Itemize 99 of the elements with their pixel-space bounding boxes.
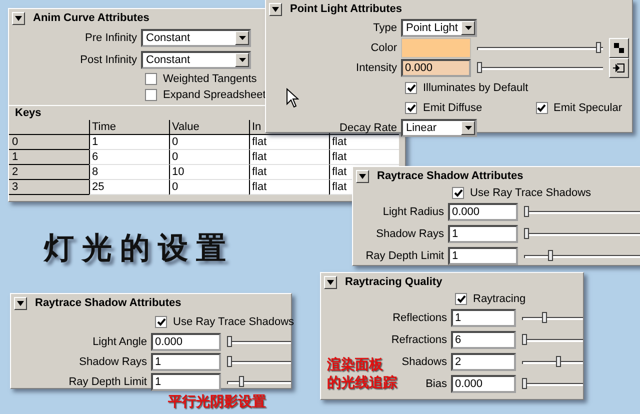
checkbox[interactable]: Weighted Tangents (145, 73, 257, 85)
mouse-pointer-icon (286, 88, 299, 108)
field-label: Reflections (392, 312, 448, 324)
number-field[interactable]: 0.000 (451, 375, 516, 393)
number-field[interactable]: 1 (451, 309, 516, 327)
table-cell: 0 (169, 135, 249, 150)
dropdown[interactable]: Constant (141, 29, 251, 47)
checkmark-icon (156, 318, 166, 326)
field-label: Ray Depth Limit (366, 250, 445, 262)
collapse-toggle-icon[interactable] (269, 2, 282, 16)
field-label: Pre Infinity (85, 32, 138, 44)
number-field[interactable]: 2 (451, 353, 516, 371)
caption-text: 渲染面板 的光线追踪 (327, 355, 397, 391)
slider-thumb[interactable] (522, 378, 527, 389)
panel-title: Point Light Attributes (290, 3, 402, 15)
row-header[interactable]: 0 (9, 135, 89, 150)
collapse-toggle-icon[interactable] (356, 170, 369, 182)
table-cell: flat (329, 150, 399, 165)
table-cell: 0 (169, 150, 249, 165)
checker-icon[interactable] (609, 38, 629, 58)
table-cell: flat (249, 180, 329, 195)
number-field[interactable]: 0.000 (401, 59, 471, 77)
page-heading: 灯光的设置 (44, 231, 234, 267)
field-label: Type (373, 22, 398, 34)
table-cell: 25 (89, 180, 169, 195)
column-header[interactable]: Time (92, 121, 116, 133)
field-label: Shadow Rays (376, 228, 445, 240)
slider-thumb[interactable] (556, 356, 561, 367)
field-label: Color (370, 42, 398, 54)
table-cell: flat (329, 135, 399, 150)
field-label: Shadow Rays (79, 356, 148, 368)
slider-thumb[interactable] (542, 312, 547, 323)
field-label: Shadows (402, 356, 448, 368)
checkbox[interactable]: Expand Spreadsheet (145, 89, 266, 101)
checkbox[interactable]: Raytracing (455, 293, 526, 305)
dropdown[interactable]: Point Light (401, 19, 477, 37)
table-cell: flat (249, 150, 329, 165)
checkbox[interactable]: Emit Specular (536, 102, 622, 114)
table-cell: flat (249, 135, 329, 150)
field-label: Bias (426, 378, 448, 390)
number-field[interactable]: 0.000 (448, 203, 518, 221)
table-cell: 10 (169, 165, 249, 180)
number-field[interactable]: 0.000 (151, 333, 221, 351)
slider-thumb[interactable] (524, 206, 529, 217)
checkmark-icon (406, 84, 416, 92)
collapse-toggle-icon[interactable] (14, 296, 27, 310)
table-title: Keys (14, 106, 42, 120)
field-label: Intensity (356, 62, 398, 74)
column-header[interactable]: Value (172, 121, 200, 133)
number-field[interactable]: 1 (448, 247, 518, 265)
field-label: Post Infinity (80, 54, 138, 66)
table-cell: flat (249, 165, 329, 180)
slider-thumb[interactable] (524, 228, 529, 239)
slider-thumb[interactable] (596, 42, 601, 53)
field-label: Light Radius (382, 206, 445, 218)
slider-thumb[interactable] (238, 376, 244, 387)
field-label: Light Angle (92, 336, 148, 348)
slider-thumb[interactable] (477, 62, 482, 73)
map-input-icon[interactable] (609, 58, 629, 78)
checkbox[interactable]: Emit Diffuse (405, 102, 482, 114)
color-swatch[interactable] (401, 38, 471, 58)
panel-title: Anim Curve Attributes (33, 12, 150, 24)
caret-icon (238, 36, 246, 40)
slider-thumb[interactable] (522, 334, 527, 345)
slider-thumb[interactable] (227, 336, 232, 347)
field-label: Refractions (391, 334, 448, 346)
checkbox[interactable]: Use Ray Trace Shadows (452, 187, 592, 199)
collapse-toggle-icon[interactable] (324, 276, 337, 288)
field-label: Decay Rate (340, 122, 398, 134)
collapse-toggle-icon[interactable] (12, 12, 25, 24)
panel-title: Raytrace Shadow Attributes (35, 297, 182, 309)
table-cell: 8 (89, 165, 169, 180)
checkmark-icon (406, 104, 416, 112)
row-header[interactable]: 3 (9, 180, 89, 195)
caption-text: 平行光阴影设置 (168, 392, 266, 410)
slider-thumb[interactable] (548, 250, 554, 261)
checkmark-icon (454, 189, 462, 197)
number-field[interactable]: 1 (151, 353, 221, 371)
caret-icon (238, 58, 246, 62)
row-header[interactable]: 2 (9, 165, 89, 180)
table-cell: 1 (89, 135, 169, 150)
caret-icon (464, 26, 472, 30)
field-label: Ray Depth Limit (68, 376, 148, 388)
number-field[interactable]: 1 (151, 373, 221, 391)
column-header[interactable]: In (252, 121, 262, 133)
dropdown[interactable]: Linear (401, 119, 477, 137)
dropdown[interactable]: Constant (141, 51, 251, 69)
checkbox[interactable]: Use Ray Trace Shadows (155, 316, 294, 328)
checkmark-icon (456, 295, 466, 303)
caret-icon (464, 126, 472, 130)
panel-title: Raytracing Quality (345, 276, 442, 288)
slider-thumb[interactable] (227, 356, 232, 367)
table-cell: 0 (169, 180, 249, 195)
number-field[interactable]: 1 (448, 225, 518, 243)
checkbox[interactable]: Illuminates by Default (405, 82, 528, 94)
table-cell: 6 (89, 150, 169, 165)
checkmark-icon (537, 104, 546, 112)
row-header[interactable]: 1 (9, 150, 89, 165)
number-field[interactable]: 6 (451, 331, 516, 349)
